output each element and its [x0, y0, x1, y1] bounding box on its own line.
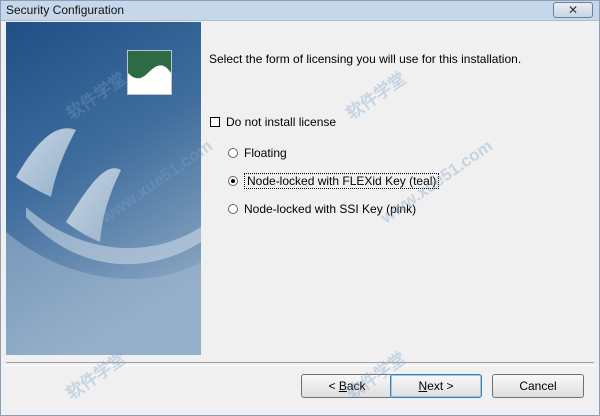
window-title: Security Configuration: [6, 3, 125, 17]
floating-label[interactable]: Floating: [244, 146, 287, 160]
title-bar: Security Configuration ✕: [1, 1, 599, 21]
next-button[interactable]: Next >: [390, 374, 482, 398]
security-configuration-window: Security Configuration ✕ Select the form…: [0, 0, 600, 416]
close-button[interactable]: ✕: [553, 2, 593, 18]
next-mnemonic: N: [418, 379, 428, 393]
close-icon: ✕: [567, 3, 579, 17]
instruction-text: Select the form of licensing you will us…: [209, 52, 522, 66]
cancel-label: Cancel: [519, 379, 557, 393]
node-locked-flexid-label[interactable]: Node-locked with FLEXid Key (teal): [244, 173, 440, 189]
watermark-cn: 软件学堂: [342, 68, 410, 124]
next-rest: ext >: [427, 379, 454, 393]
logo: [127, 50, 172, 95]
do-not-install-license-label[interactable]: Do not install license: [226, 115, 336, 129]
node-locked-ssi-radio[interactable]: [228, 204, 238, 214]
floating-radio[interactable]: [228, 148, 238, 158]
dialog-content: Select the form of licensing you will us…: [6, 22, 594, 409]
cancel-button[interactable]: Cancel: [492, 374, 584, 398]
back-prefix: <: [328, 379, 339, 393]
logo-graphic: [128, 51, 171, 79]
radio-selected-dot: [231, 179, 235, 183]
node-locked-flexid-radio[interactable]: [228, 176, 238, 186]
do-not-install-license-checkbox[interactable]: [210, 117, 220, 127]
